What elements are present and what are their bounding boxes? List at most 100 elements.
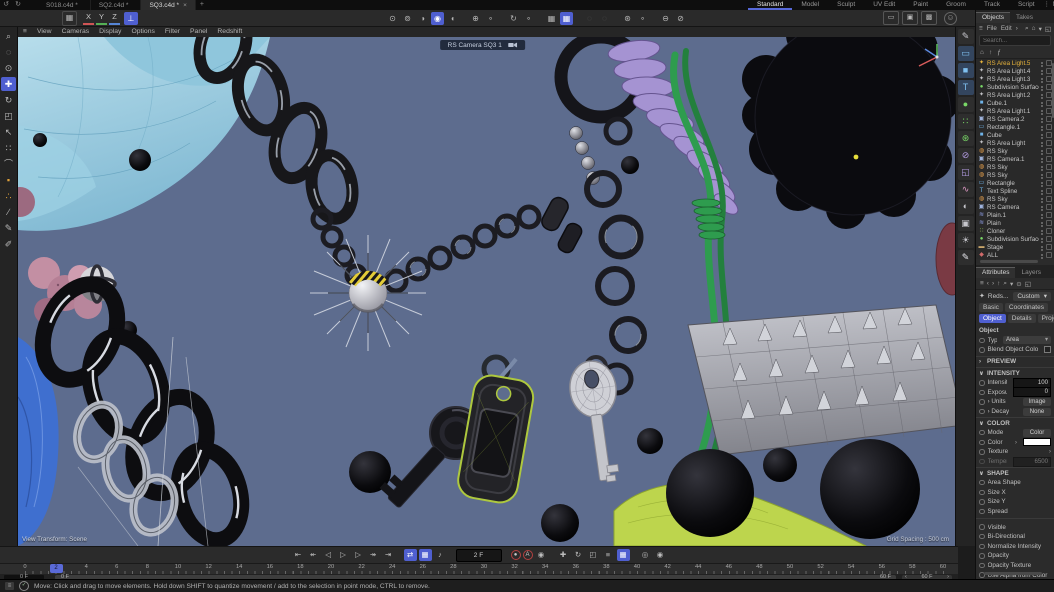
camera-icon[interactable]: ▣ bbox=[958, 216, 974, 231]
autokey-button[interactable]: A bbox=[523, 550, 533, 560]
prohibit-icon[interactable]: ⊘ bbox=[674, 12, 687, 25]
visibility-dots[interactable] bbox=[1041, 158, 1044, 160]
object-label[interactable]: Subdivision Surface bbox=[987, 236, 1039, 243]
layout-overflow-icon[interactable]: ⋮ bbox=[1044, 0, 1051, 10]
keyframe-dot[interactable] bbox=[979, 459, 985, 465]
selection-mode-icon[interactable]: ⊙ bbox=[1, 61, 16, 75]
record-keyframe-button[interactable]: ● bbox=[511, 550, 521, 560]
object-label[interactable]: RS Sky bbox=[987, 148, 1039, 155]
axis-dot-icon[interactable]: ∘ bbox=[484, 12, 497, 25]
object-row[interactable]: ▭ Rectangle.1 bbox=[976, 123, 1054, 131]
fur-ball-light[interactable] bbox=[310, 235, 426, 351]
parent-up-icon[interactable]: ↑ bbox=[989, 49, 992, 56]
attribute-value[interactable]: 100 bbox=[1013, 378, 1051, 388]
panel-menu-icon[interactable]: ≡ bbox=[979, 25, 983, 32]
select-filter-b-icon[interactable]: ◌ bbox=[598, 12, 611, 25]
keyframe-selection-toggle[interactable]: ▦ bbox=[617, 549, 630, 561]
viewport-menu-item[interactable]: Cameras bbox=[62, 28, 90, 35]
workspace-tab[interactable]: UV Edit bbox=[864, 0, 904, 10]
current-frame-field[interactable]: 2 F bbox=[456, 549, 502, 562]
visibility-dots[interactable] bbox=[1041, 150, 1044, 152]
attribute-tab-chip[interactable]: Basic bbox=[979, 303, 1003, 312]
function-filter-icon[interactable]: ƒ bbox=[997, 49, 1001, 56]
visibility-dots[interactable] bbox=[1041, 174, 1044, 176]
object-label[interactable]: RS Area Light bbox=[987, 140, 1039, 147]
popout-icon[interactable]: ◱ bbox=[1025, 280, 1031, 288]
render-flag[interactable] bbox=[1046, 164, 1052, 170]
back-icon[interactable]: ‹ bbox=[987, 280, 989, 287]
object-label[interactable]: Text Spline bbox=[987, 188, 1039, 195]
file-menu[interactable]: File bbox=[987, 25, 997, 32]
cursor-tool-icon[interactable]: ↖ bbox=[1, 125, 16, 139]
viewport-menu-item[interactable]: Redshift bbox=[217, 28, 242, 35]
forward-icon[interactable]: › bbox=[992, 280, 994, 287]
volume-icon[interactable]: ◐ bbox=[958, 199, 974, 214]
object-list-hscrollbar[interactable] bbox=[980, 260, 1038, 263]
keyframe-dot[interactable] bbox=[979, 409, 985, 415]
prev-frame-button[interactable]: ◁ bbox=[322, 549, 335, 561]
object-label[interactable]: RS Area Light.5 bbox=[987, 60, 1039, 67]
field-icon[interactable]: ◱ bbox=[958, 165, 974, 180]
render-flag[interactable] bbox=[1046, 252, 1052, 258]
filter-icon[interactable]: ▾ bbox=[1039, 25, 1042, 33]
filter-icon[interactable]: ▾ bbox=[1010, 280, 1013, 288]
visibility-dots[interactable] bbox=[1041, 86, 1044, 88]
knife-tool-icon[interactable]: ∕ bbox=[1, 205, 16, 219]
keyframe-dot[interactable] bbox=[979, 347, 985, 353]
visibility-dots[interactable] bbox=[1041, 102, 1044, 104]
home-icon[interactable]: ⌂ bbox=[1032, 25, 1036, 33]
object-row[interactable]: ≋ Plain.1 bbox=[976, 211, 1054, 219]
object-row[interactable]: ✦ RS Area Light.4 bbox=[976, 67, 1054, 75]
motion-clip-b-button[interactable]: ◉ bbox=[654, 549, 667, 561]
rotate-snap-icon[interactable]: ↻ bbox=[507, 12, 520, 25]
document-tab-label[interactable]: S018.c4d * bbox=[46, 2, 78, 9]
attribute-row[interactable]: › Units Image bbox=[976, 397, 1054, 407]
viewport-menu-item[interactable]: Options bbox=[131, 28, 154, 35]
object-row[interactable]: ◆ ALL bbox=[976, 251, 1054, 259]
object-label[interactable]: Rectangle bbox=[987, 180, 1039, 187]
attribute-row[interactable]: Size Y bbox=[976, 497, 1054, 507]
minus-icon[interactable]: ⊖ bbox=[659, 12, 672, 25]
viewport-menu-item[interactable]: Panel bbox=[190, 28, 207, 35]
visibility-dots[interactable] bbox=[1041, 214, 1044, 216]
object-label[interactable]: RS Sky bbox=[987, 196, 1039, 203]
object-label[interactable]: RS Camera.1 bbox=[987, 156, 1039, 163]
object-row[interactable]: ✦ RS Area Light.2 bbox=[976, 91, 1054, 99]
playhead[interactable]: 2 bbox=[50, 564, 63, 573]
attribute-row[interactable]: ∨ COLOR bbox=[976, 417, 1054, 428]
axis-lock-button[interactable]: Z bbox=[109, 12, 120, 25]
render-queue-button[interactable]: ▣ bbox=[902, 11, 918, 25]
attributes-hscrollbar[interactable] bbox=[984, 572, 1042, 575]
keyframe-dot[interactable] bbox=[979, 338, 985, 344]
visibility-dots[interactable] bbox=[1041, 78, 1044, 80]
object-label[interactable]: RS Area Light.1 bbox=[987, 108, 1039, 115]
panel-menu-icon[interactable]: ≡ bbox=[980, 280, 984, 287]
keyframe-dot[interactable] bbox=[979, 430, 985, 436]
attribute-tab-chip[interactable]: Object bbox=[979, 314, 1006, 323]
object-row[interactable]: ▣ RS Camera.1 bbox=[976, 155, 1054, 163]
search-icon[interactable]: ⌕ bbox=[1025, 25, 1029, 33]
attribute-row[interactable]: Blend Object Color bbox=[976, 345, 1054, 355]
visibility-dots[interactable] bbox=[1041, 62, 1044, 64]
viewport-menu-item[interactable]: View bbox=[37, 28, 52, 35]
timeline-ruler[interactable]: 2 02468101214161820222426283032343638404… bbox=[0, 563, 958, 574]
record-options-button[interactable]: ◉ bbox=[535, 549, 548, 561]
object-row[interactable]: ✦ RS Area Light.5 bbox=[976, 59, 1054, 67]
render-view-icon[interactable]: ⊙ bbox=[386, 12, 399, 25]
material-manager-icon[interactable]: ◖ bbox=[446, 12, 459, 25]
viewport-menu-icon[interactable]: ≡ bbox=[23, 28, 27, 35]
coordinate-system-button[interactable]: ▦ bbox=[62, 11, 77, 26]
attribute-control[interactable] bbox=[1044, 346, 1051, 353]
object-label[interactable]: RS Camera.2 bbox=[987, 116, 1039, 123]
keyframe-dot[interactable] bbox=[979, 563, 985, 569]
keyframe-dot[interactable] bbox=[979, 524, 985, 530]
object-label[interactable]: Rectangle.1 bbox=[987, 124, 1039, 131]
visibility-dots[interactable] bbox=[1041, 190, 1044, 192]
object-label[interactable]: RS Camera bbox=[987, 204, 1039, 211]
visibility-dots[interactable] bbox=[1041, 94, 1044, 96]
workspace-tab[interactable]: Script bbox=[1009, 0, 1044, 10]
object-label[interactable]: RS Area Light.4 bbox=[987, 68, 1039, 75]
keyframe-dot[interactable] bbox=[979, 380, 985, 386]
mode-dropdown[interactable]: Custom ▾ bbox=[1013, 292, 1051, 301]
visibility-dots[interactable] bbox=[1041, 110, 1044, 112]
